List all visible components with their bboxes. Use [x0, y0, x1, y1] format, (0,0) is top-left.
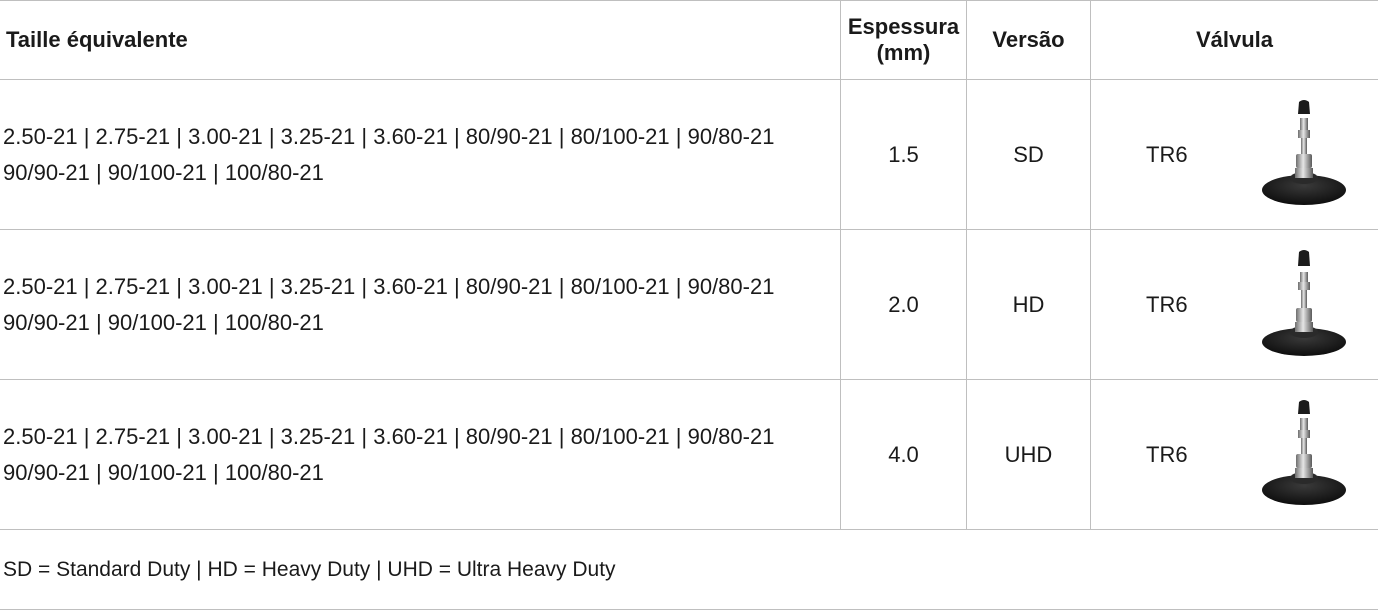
version-value: SD [1013, 142, 1044, 167]
table-row-3-version: UHD [967, 380, 1090, 530]
sizes-line-1: 2.50-21 | 2.75-21 | 3.00-21 | 3.25-21 | … [3, 274, 775, 299]
table-row-2-sizes: 2.50-21 | 2.75-21 | 3.00-21 | 3.25-21 | … [0, 230, 840, 380]
table-row-1-sizes: 2.50-21 | 2.75-21 | 3.00-21 | 3.25-21 | … [0, 80, 840, 230]
header-version-cell: Versão [967, 0, 1090, 80]
header-valve-cell: Válvula [1091, 0, 1378, 80]
valve-value: TR6 [1146, 142, 1188, 167]
table-row-2-version: HD [967, 230, 1090, 380]
table-row-2-valve: TR6 [1146, 230, 1246, 380]
tr6-valve-icon [1262, 400, 1346, 505]
thickness-value: 1.5 [888, 142, 919, 167]
valve-value: TR6 [1146, 292, 1188, 317]
table-row-1-thickness: 1.5 [841, 80, 966, 230]
thickness-value: 4.0 [888, 442, 919, 467]
header-version-label: Versão [992, 27, 1065, 52]
tr6-valve-icon [1262, 100, 1346, 205]
version-value: HD [1012, 292, 1045, 317]
header-thickness-unit: (mm) [876, 40, 931, 65]
legend: SD = Standard Duty | HD = Heavy Duty | U… [0, 530, 1378, 610]
header-thickness-label: Espessura [847, 14, 960, 39]
sizes-line-1: 2.50-21 | 2.75-21 | 3.00-21 | 3.25-21 | … [3, 124, 775, 149]
header-size-cell: Taille équivalente [0, 0, 840, 80]
version-value: UHD [1004, 442, 1053, 467]
table-row-3-thickness: 4.0 [841, 380, 966, 530]
table-row-1-valve: TR6 [1146, 80, 1246, 230]
sizes-line-2: 90/90-21 | 90/100-21 | 100/80-21 [3, 310, 324, 335]
table-row-2-thickness: 2.0 [841, 230, 966, 380]
thickness-value: 2.0 [888, 292, 919, 317]
legend-text: SD = Standard Duty | HD = Heavy Duty | U… [3, 558, 616, 581]
valve-value: TR6 [1146, 442, 1188, 467]
header-valve-label: Válvula [1195, 27, 1274, 52]
header-size-label: Taille équivalente [6, 27, 188, 52]
sizes-line-2: 90/90-21 | 90/100-21 | 100/80-21 [3, 160, 324, 185]
tr6-valve-icon [1262, 250, 1346, 356]
sizes-line-1: 2.50-21 | 2.75-21 | 3.00-21 | 3.25-21 | … [3, 424, 775, 449]
table-row-3-valve: TR6 [1146, 380, 1246, 530]
header-thickness-cell: Espessura (mm) [841, 0, 966, 80]
table-row-1-version: SD [967, 80, 1090, 230]
table-row-3-sizes: 2.50-21 | 2.75-21 | 3.00-21 | 3.25-21 | … [0, 380, 840, 530]
sizes-line-2: 90/90-21 | 90/100-21 | 100/80-21 [3, 460, 324, 485]
